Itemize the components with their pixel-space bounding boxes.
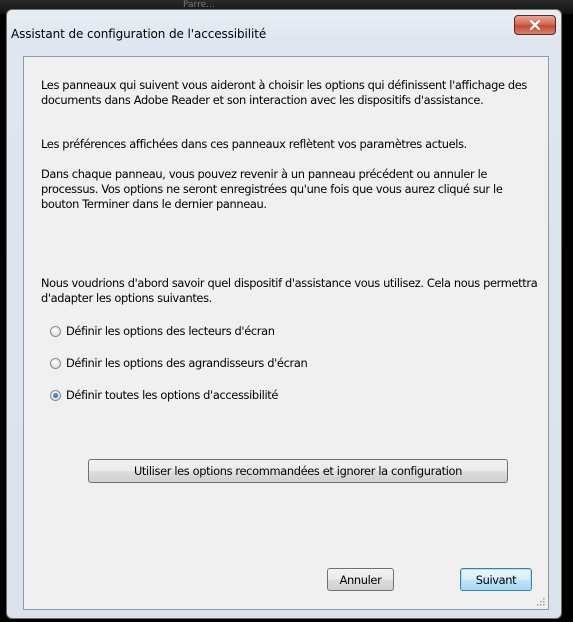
radio-screen-magnifiers[interactable] bbox=[50, 357, 61, 369]
title-bar[interactable]: Assistant de configuration de l'accessib… bbox=[7, 10, 561, 48]
option-screen-magnifiers-label: Définir les options des agrandisseurs d'… bbox=[66, 356, 308, 370]
radio-screen-readers[interactable] bbox=[50, 325, 61, 337]
intro-paragraph: Les panneaux qui suivent vous aideront à… bbox=[41, 78, 528, 107]
dialog-window: Assistant de configuration de l'accessib… bbox=[6, 9, 562, 619]
close-icon bbox=[529, 20, 541, 30]
option-all-accessibility-label: Définir toutes les options d'accessibili… bbox=[66, 388, 279, 402]
next-button[interactable]: Suivant bbox=[460, 568, 532, 591]
option-screen-readers-label: Définir les options des lecteurs d'écran bbox=[66, 324, 275, 338]
close-button[interactable] bbox=[514, 15, 556, 35]
resize-grip-icon[interactable] bbox=[535, 596, 545, 606]
cancel-button[interactable]: Annuler bbox=[327, 568, 394, 591]
radio-all-accessibility[interactable] bbox=[50, 389, 61, 401]
option-screen-magnifiers[interactable]: Définir les options des agrandisseurs d'… bbox=[50, 355, 308, 371]
option-screen-readers[interactable]: Définir les options des lecteurs d'écran bbox=[50, 323, 275, 339]
dialog-title: Assistant de configuration de l'accessib… bbox=[11, 27, 267, 41]
option-all-accessibility[interactable]: Définir toutes les options d'accessibili… bbox=[50, 387, 278, 403]
dialog-content: Les panneaux qui suivent vous aideront à… bbox=[23, 56, 549, 610]
question-paragraph: Nous voudrions d'abord savoir quel dispo… bbox=[41, 276, 538, 305]
use-recommended-button[interactable]: Utiliser les options recommandées et ign… bbox=[88, 459, 508, 483]
preferences-paragraph: Les préférences affichées dans ces panne… bbox=[41, 137, 467, 151]
navigation-paragraph: Dans chaque panneau, vous pouvez revenir… bbox=[41, 167, 503, 211]
